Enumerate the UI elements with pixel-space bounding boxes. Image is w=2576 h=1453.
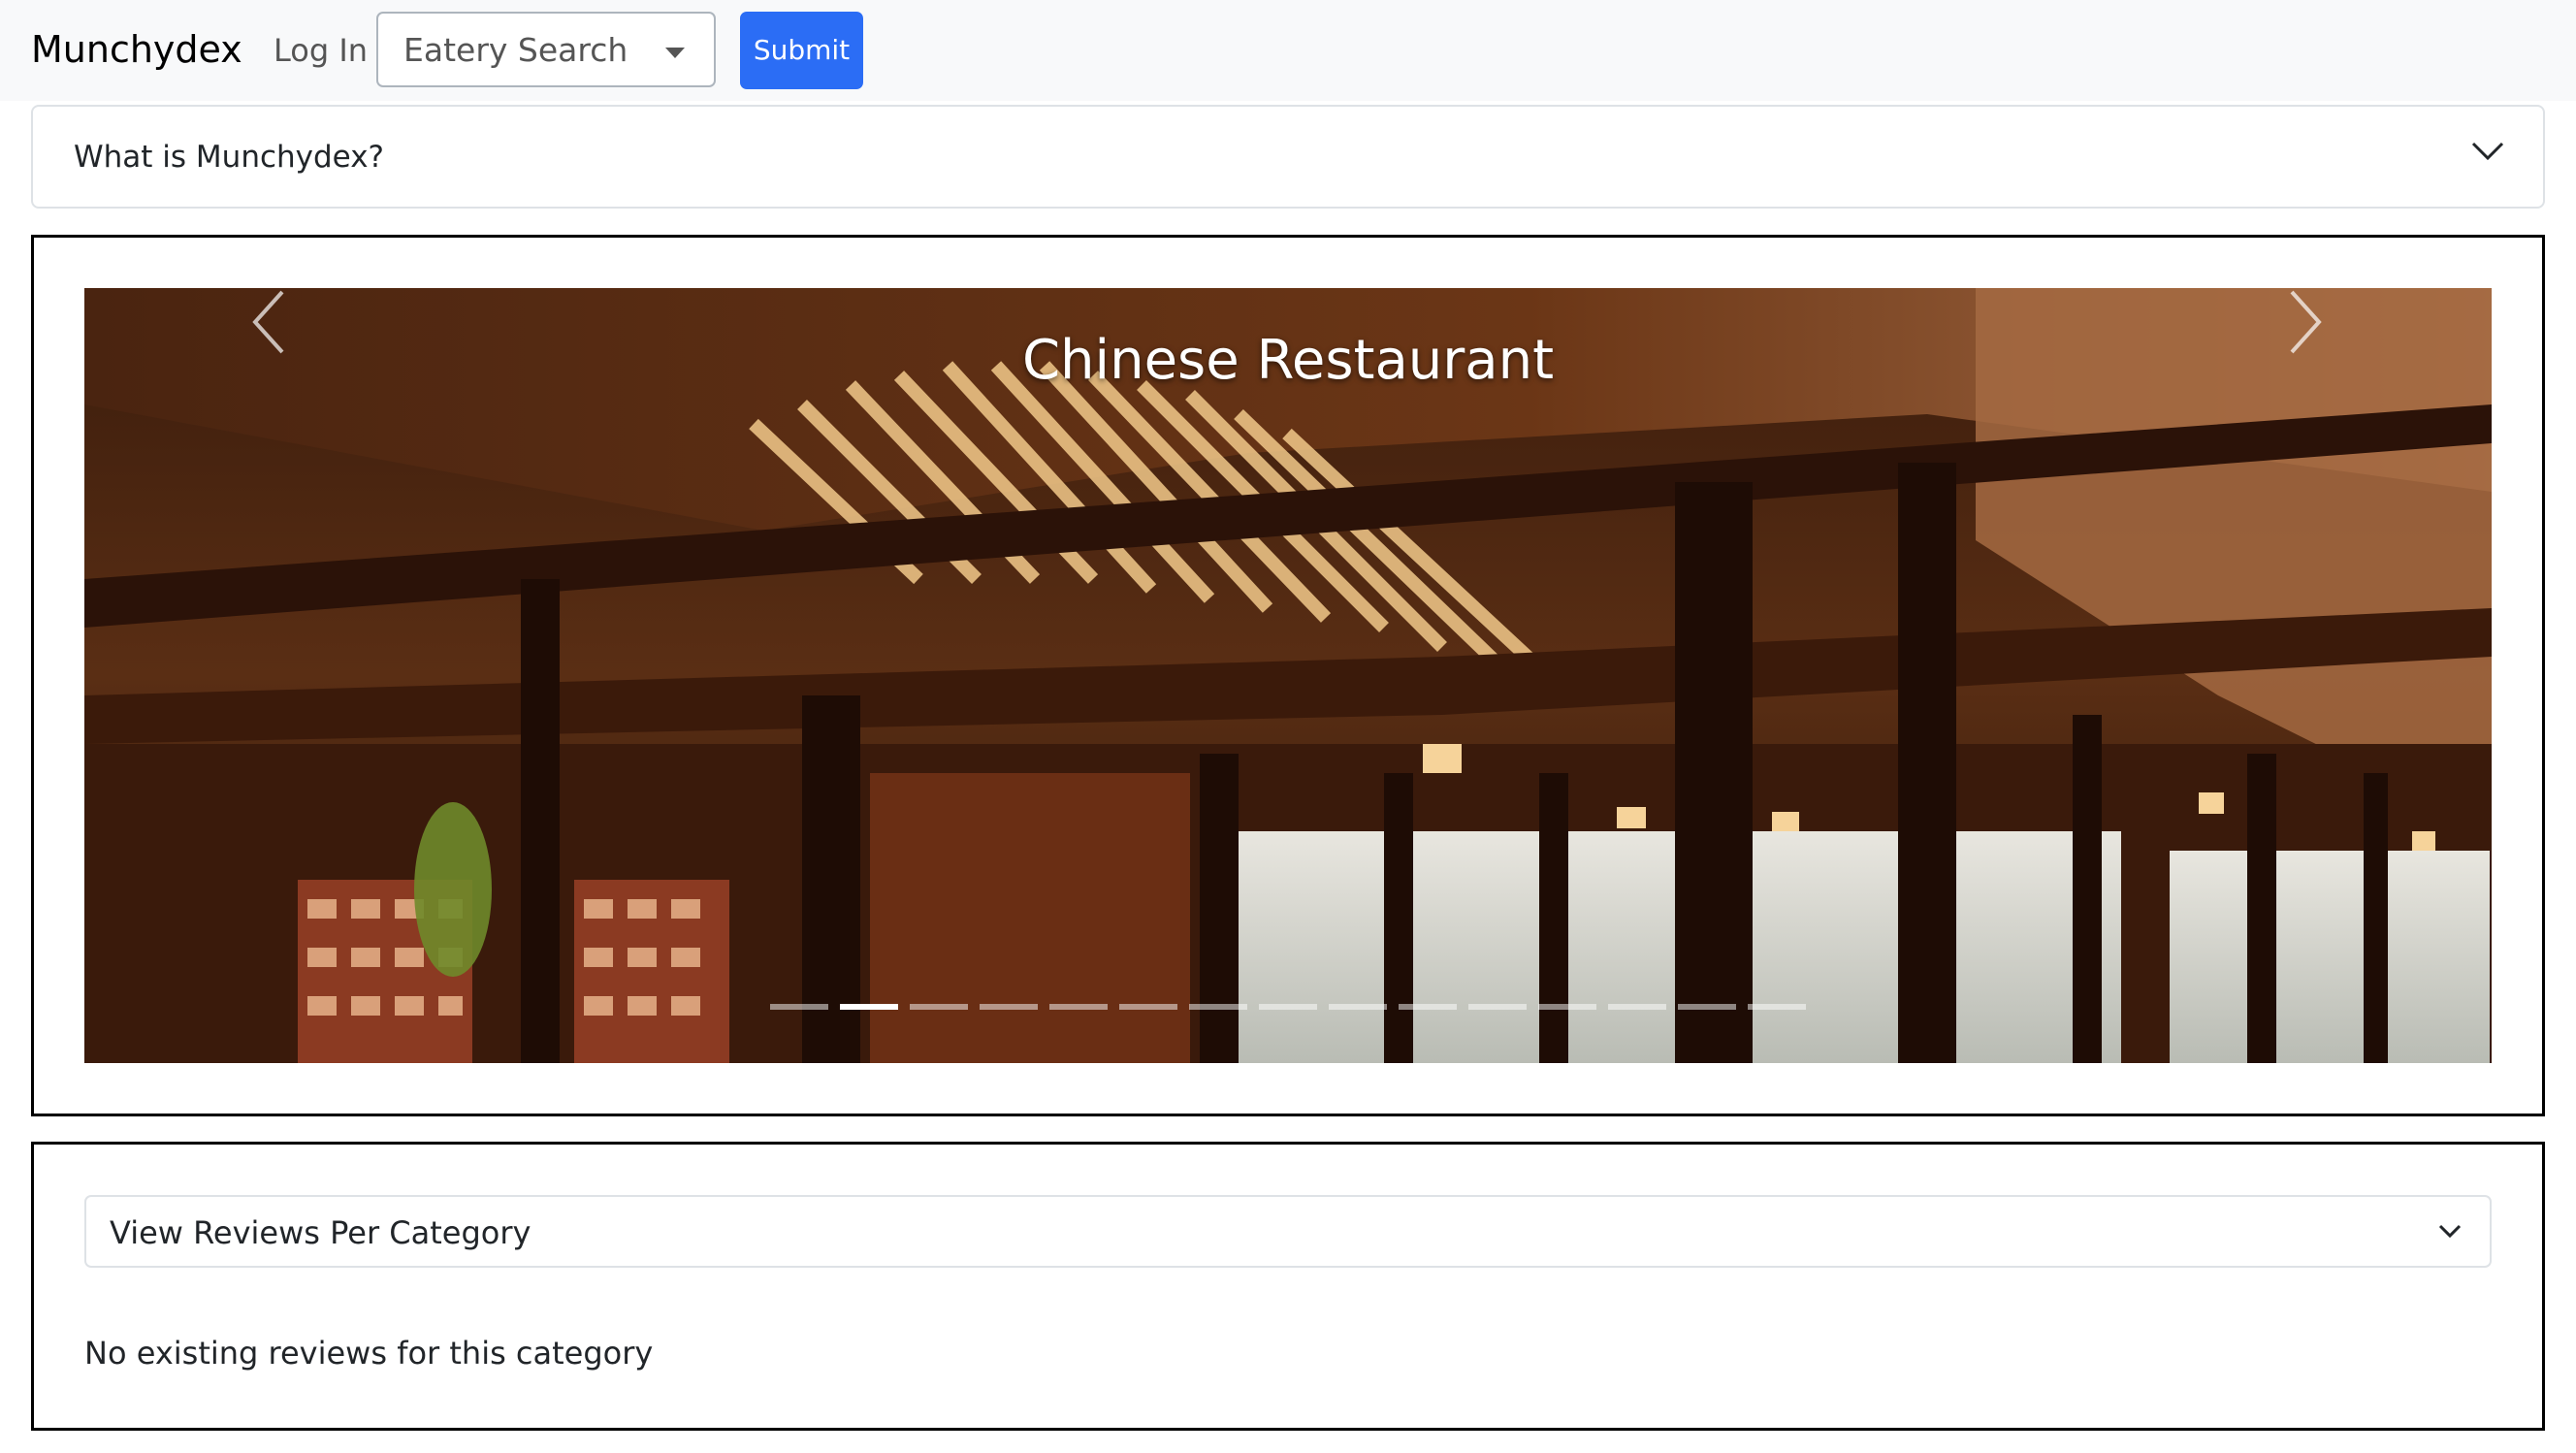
empty-reviews-message: No existing reviews for this category bbox=[84, 1335, 654, 1372]
carousel-indicator[interactable] bbox=[770, 1004, 828, 1010]
category-select-value: View Reviews Per Category bbox=[110, 1214, 531, 1251]
login-link[interactable]: Log In bbox=[274, 27, 368, 74]
carousel-indicator[interactable] bbox=[1049, 1004, 1108, 1010]
carousel-indicator[interactable] bbox=[910, 1004, 968, 1010]
accordion-title: What is Munchydex? bbox=[74, 140, 385, 175]
slide-caption: Chinese Restaurant bbox=[1021, 329, 1555, 392]
carousel-indicator[interactable] bbox=[980, 1004, 1038, 1010]
carousel-indicator[interactable] bbox=[1468, 1004, 1527, 1010]
caret-down-icon bbox=[665, 48, 685, 58]
carousel-indicator[interactable] bbox=[1119, 1004, 1177, 1010]
eatery-search-value: Eatery Search bbox=[403, 31, 628, 69]
carousel-indicator[interactable] bbox=[1399, 1004, 1457, 1010]
chevron-left-icon[interactable] bbox=[249, 288, 288, 356]
carousel-indicator[interactable] bbox=[1608, 1004, 1666, 1010]
carousel-indicator[interactable] bbox=[1538, 1004, 1596, 1010]
chevron-down-icon bbox=[2471, 142, 2504, 161]
eatery-search-select[interactable]: Eatery Search bbox=[376, 12, 716, 87]
reviews-card bbox=[31, 1142, 2545, 1431]
carousel-indicator[interactable] bbox=[1748, 1004, 1806, 1010]
carousel-indicator[interactable] bbox=[840, 1004, 898, 1010]
category-select[interactable]: View Reviews Per Category bbox=[84, 1195, 2492, 1268]
about-accordion[interactable]: What is Munchydex? bbox=[31, 105, 2545, 209]
carousel-indicators bbox=[770, 1004, 1814, 1012]
carousel-indicator[interactable] bbox=[1259, 1004, 1317, 1010]
carousel-slide: Chinese Restaurant bbox=[84, 288, 2492, 1063]
chevron-right-icon[interactable] bbox=[2286, 288, 2325, 356]
chevron-down-icon bbox=[2438, 1224, 2462, 1239]
carousel-indicator[interactable] bbox=[1329, 1004, 1387, 1010]
brand-logo[interactable]: Munchydex bbox=[31, 23, 242, 76]
submit-button[interactable]: Submit bbox=[740, 12, 863, 89]
carousel-indicator[interactable] bbox=[1189, 1004, 1247, 1010]
carousel-indicator[interactable] bbox=[1678, 1004, 1736, 1010]
restaurant-photo bbox=[84, 288, 2492, 1063]
navbar: Munchydex Log In Eatery Search Submit bbox=[0, 0, 2576, 101]
